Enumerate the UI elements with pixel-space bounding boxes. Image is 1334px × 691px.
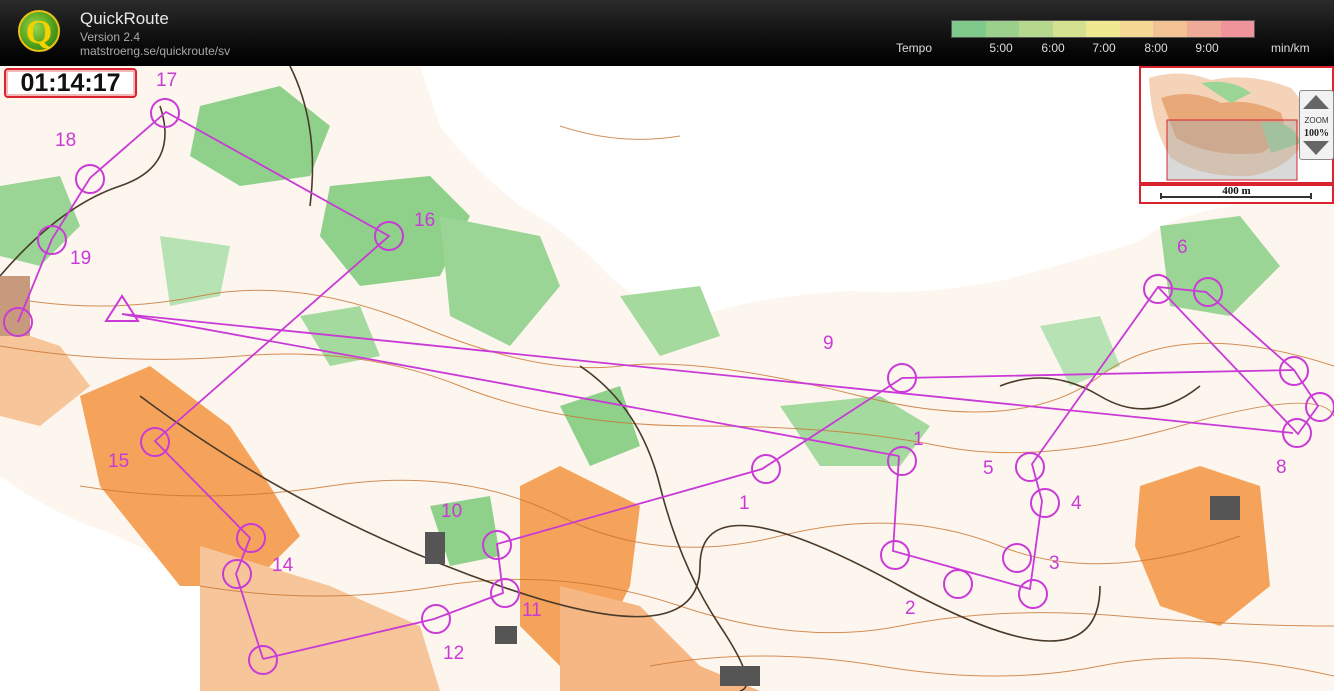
control-number: 3 [1049,553,1060,574]
control-number: 8 [1276,457,1287,478]
control-number: 15 [108,451,129,472]
tempo-color-scale [951,20,1255,38]
zoom-in-arrow-icon[interactable] [1303,95,1329,109]
control-number: 1 [913,429,924,450]
control-number: 2 [905,598,916,619]
tempo-tick: 6:00 [1041,41,1065,55]
control-number: 18 [55,130,76,151]
tempo-tick: 7:00 [1092,41,1116,55]
app-url-link[interactable]: matstroeng.se/quickroute/sv [80,44,230,58]
tempo-color-segment [1153,21,1187,37]
tempo-color-segment [1052,21,1087,37]
control-number: 14 [272,555,294,576]
control-number: 19 [70,248,91,269]
quickroute-logo-icon: Q [18,10,60,52]
control-number: 11 [522,600,542,621]
app-version: Version 2.4 [80,30,141,44]
zoom-level: 100% [1304,128,1329,139]
zoom-control: ZOOM 100% [1299,90,1334,160]
control-number: 6 [1177,237,1188,258]
app-title: QuickRoute [80,9,169,28]
tempo-color-segment [1220,21,1255,37]
zoom-label: ZOOM [1304,116,1329,125]
tempo-color-segment [952,21,986,37]
control-number: 17 [156,70,177,91]
tempo-unit: min/km [1271,41,1310,55]
tempo-color-segment [985,21,1020,37]
tempo-tick: 9:00 [1195,41,1219,55]
control-number: 12 [443,643,464,664]
scale-line [1160,193,1312,199]
tempo-tick: 5:00 [989,41,1013,55]
tempo-color-segment [1019,21,1053,37]
tempo-tick: 8:00 [1144,41,1168,55]
elapsed-time-display: 01:14:17 [4,68,137,98]
tempo-color-segment [1186,21,1221,37]
zoom-out-arrow-icon[interactable] [1303,141,1329,155]
tempo-color-segment [1119,21,1154,37]
control-number: 16 [414,210,435,231]
control-number: 10 [441,501,462,522]
control-number: 5 [983,458,994,479]
tempo-color-segment [1086,21,1120,37]
orienteering-map[interactable]: 1 1 2 3 4 5 6 8 9 10 11 12 14 15 16 17 1… [0,66,1334,691]
control-number: 1 [739,493,750,514]
top-bar: Q QuickRoute Version 2.4 matstroeng.se/q… [0,0,1334,66]
control-number: 9 [823,333,834,354]
control-number: 4 [1071,493,1082,514]
tempo-label: Tempo [896,41,933,55]
